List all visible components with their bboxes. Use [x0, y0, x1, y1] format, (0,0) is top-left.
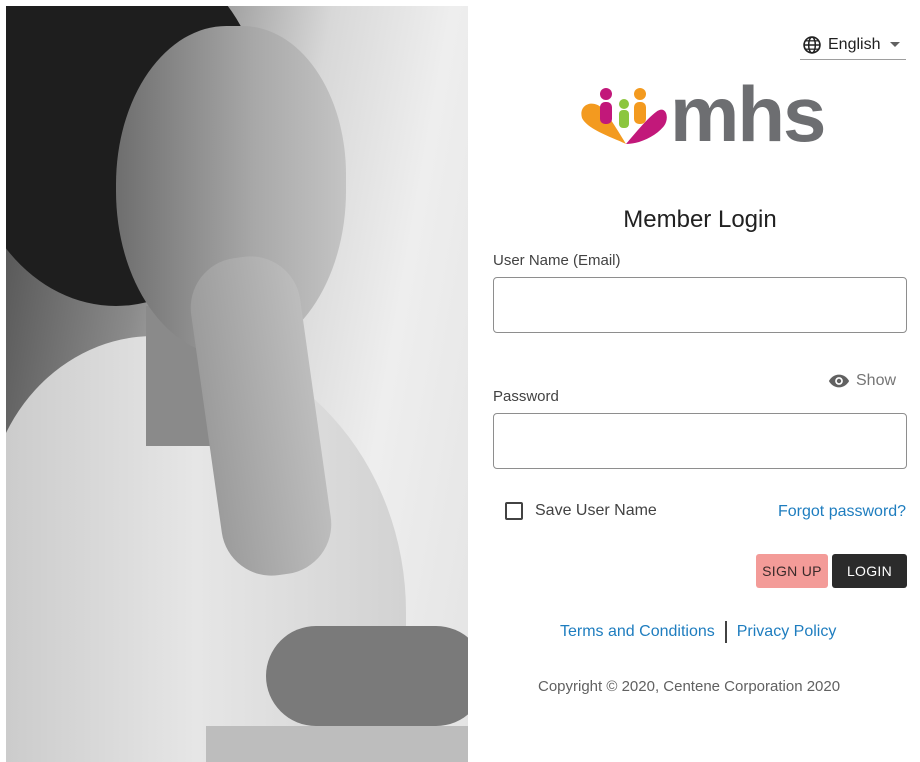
footer-links: Terms and Conditions Privacy Policy: [560, 621, 836, 643]
family-heart-logo-mark: [581, 88, 667, 144]
language-label: English: [828, 35, 881, 53]
eye-icon: [828, 374, 850, 388]
logo-wordmark: mhs: [670, 70, 826, 158]
password-input[interactable]: [493, 413, 907, 469]
globe-icon: [803, 35, 821, 54]
mhs-logo: mhs: [574, 74, 834, 162]
show-password-toggle[interactable]: Show: [828, 370, 896, 392]
password-label: Password: [493, 388, 559, 405]
photo-laptop: [206, 726, 468, 762]
privacy-link[interactable]: Privacy Policy: [737, 623, 837, 641]
photo-hand: [266, 626, 468, 726]
hero-photo: [6, 6, 468, 762]
language-select[interactable]: English: [800, 30, 906, 60]
footer-divider: [724, 621, 727, 643]
sign-up-button[interactable]: SIGN UP: [756, 554, 828, 588]
page-title: Member Login: [623, 206, 777, 233]
save-username-label: Save User Name: [535, 502, 657, 519]
login-button[interactable]: LOGIN: [832, 554, 907, 588]
save-username-checkbox[interactable]: [505, 502, 523, 520]
caret-down-icon: [890, 42, 901, 47]
copyright-text: Copyright © 2020, Centene Corporation 20…: [538, 678, 841, 695]
show-label: Show: [856, 372, 897, 389]
username-label: User Name (Email): [493, 252, 621, 269]
forgot-password-link[interactable]: Forgot password?: [778, 503, 906, 521]
save-username-row: Save User Name: [505, 502, 657, 520]
terms-link[interactable]: Terms and Conditions: [560, 623, 715, 641]
username-input[interactable]: [493, 277, 907, 333]
